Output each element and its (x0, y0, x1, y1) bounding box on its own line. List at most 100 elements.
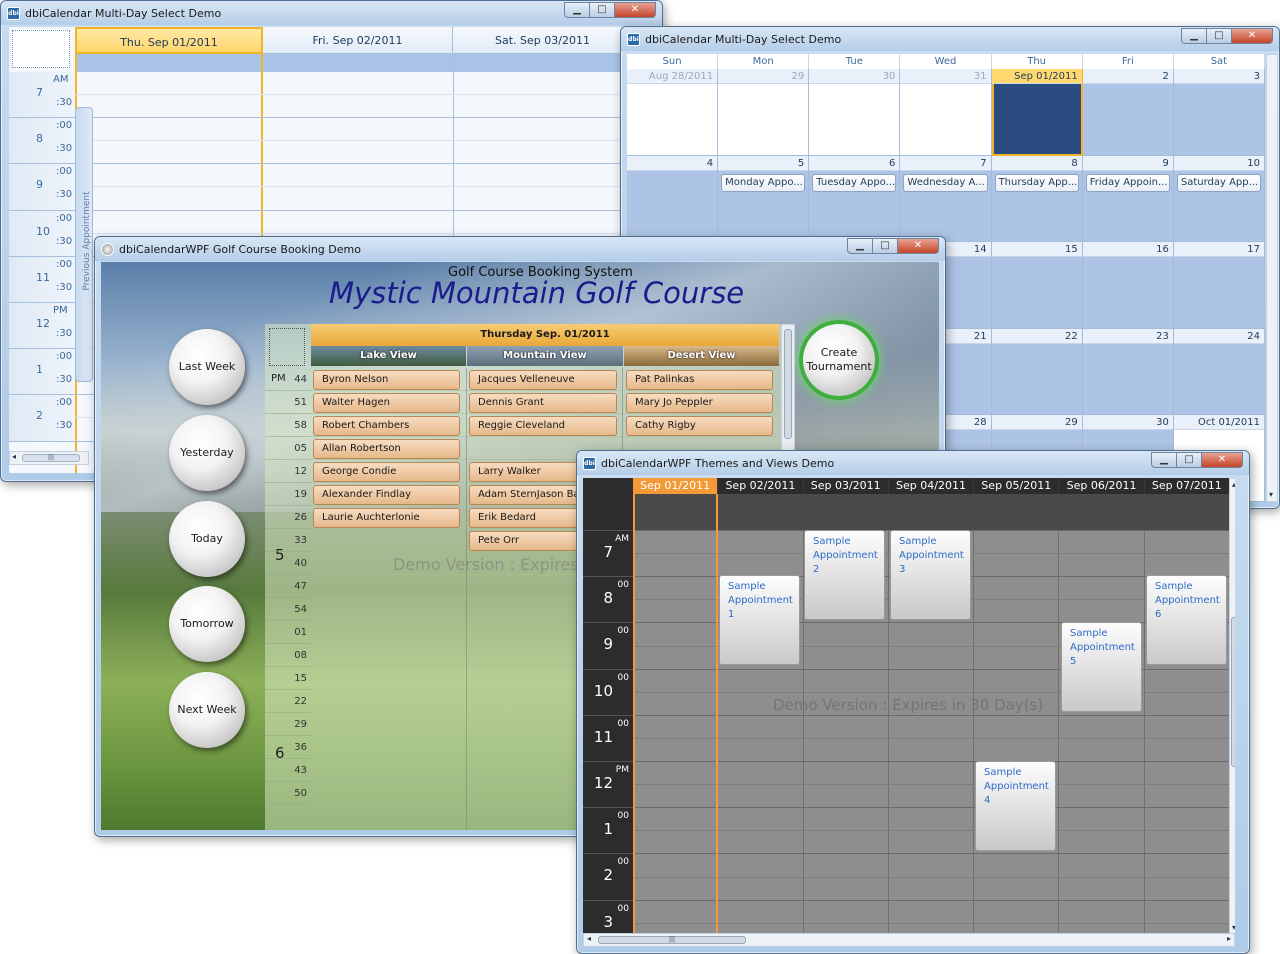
last-week-button[interactable]: Last Week (169, 329, 245, 405)
day-cell[interactable]: 15 (991, 242, 1083, 329)
booking[interactable]: Alexander Findlay (313, 485, 460, 505)
time-slot[interactable] (75, 72, 622, 96)
scroll-left-icon[interactable]: ◂ (12, 452, 16, 461)
scroll-down-icon[interactable]: ▾ (1269, 490, 1273, 499)
time-slot[interactable] (75, 164, 622, 188)
day-header[interactable]: Sep 06/2011 (1059, 478, 1145, 494)
horizontal-scrollbar[interactable]: ◂ ||| (9, 451, 89, 465)
day-cell[interactable]: 8 Thursday App... (991, 155, 1083, 243)
minimize-icon[interactable]: ▁ (564, 2, 589, 18)
day-cell[interactable]: 16 (1082, 242, 1174, 329)
day-cell[interactable]: Aug 28/2011 (627, 69, 719, 156)
time-slot[interactable] (75, 211, 622, 234)
time-slot[interactable] (75, 188, 622, 211)
day-header-fri[interactable]: Fri. Sep 02/2011 (263, 27, 453, 54)
all-day-row[interactable] (633, 494, 1230, 530)
day-header[interactable]: Sep 05/2011 (974, 478, 1060, 494)
time-slot[interactable] (75, 95, 622, 119)
minimize-icon[interactable]: ▁ (847, 238, 872, 254)
scroll-up-icon[interactable]: ▴ (1232, 480, 1235, 489)
day-cell[interactable]: 5 Monday Appo... (718, 155, 810, 243)
scroll-right-icon[interactable]: ▸ (1227, 934, 1231, 943)
booking[interactable]: George Condie (313, 462, 460, 482)
time-slot[interactable] (75, 118, 622, 142)
appointment-3[interactable]: Sample Appointment 3 (890, 530, 971, 620)
time-slot[interactable] (633, 876, 1230, 900)
today-button[interactable]: Today (169, 501, 245, 577)
appointment-1[interactable]: Sample Appointment 1 (719, 575, 800, 665)
day-cell[interactable]: 29 (718, 69, 810, 156)
booking[interactable]: Dennis Grant (469, 393, 617, 413)
appointment-4[interactable]: Sample Appointment 4 (975, 761, 1056, 851)
time-slot[interactable] (633, 737, 1230, 761)
minimize-icon[interactable]: ▁ (1151, 452, 1176, 468)
desert-view-header[interactable]: Desert View (624, 346, 779, 366)
maximize-icon[interactable]: □ (589, 2, 614, 18)
day-cell[interactable]: 3 (1173, 69, 1265, 156)
booking[interactable]: Allan Robertson (313, 439, 460, 459)
minimize-icon[interactable]: ▁ (1181, 28, 1206, 44)
booking[interactable]: Jacques Velleneuve (469, 370, 617, 390)
booking[interactable]: Walter Hagen (313, 393, 460, 413)
vertical-scrollbar[interactable]: ▴ ▾ (1229, 478, 1235, 934)
appointment-2[interactable]: Sample Appointment 2 (804, 530, 885, 620)
day-cell[interactable]: 6 Tuesday Appo... (809, 155, 901, 243)
previous-appointment-tab[interactable]: Previous Appointment (75, 107, 93, 382)
corner-cell[interactable] (12, 30, 70, 68)
appointment[interactable]: Tuesday Appo... (812, 173, 897, 192)
time-slot[interactable] (633, 784, 1230, 807)
mountain-view-header[interactable]: Mountain View (467, 346, 623, 366)
day-header-thu[interactable]: Thu. Sep 01/2011 (75, 27, 263, 54)
day-cell[interactable]: 10 Saturday App... (1173, 155, 1265, 243)
appointment[interactable]: Friday Appoin... (1085, 173, 1170, 192)
day-cell[interactable]: 2 (1082, 69, 1174, 156)
close-icon[interactable]: ✕ (1201, 452, 1243, 468)
time-slot[interactable] (633, 761, 1230, 784)
time-slot[interactable] (633, 807, 1230, 830)
time-slot[interactable] (75, 141, 622, 165)
close-icon[interactable]: ✕ (614, 2, 656, 18)
next-week-button[interactable]: Next Week (169, 672, 245, 748)
scroll-down-icon[interactable]: ▾ (1232, 923, 1235, 932)
day-header[interactable]: Sep 01/2011 (633, 478, 719, 494)
create-tournament-button[interactable]: Create Tournament (803, 324, 875, 396)
booking[interactable]: Pat Palinkas (626, 370, 773, 390)
day-header[interactable]: Sep 07/2011 (1145, 478, 1230, 494)
horizontal-scrollbar[interactable]: ◂ ||| ▸ (583, 933, 1235, 947)
scroll-thumb[interactable]: ||| (22, 454, 80, 462)
yesterday-button[interactable]: Yesterday (169, 415, 245, 491)
day-cell[interactable]: 22 (991, 328, 1083, 416)
time-slot[interactable] (633, 830, 1230, 853)
title-bar[interactable]: dbi dbiCalendarWPF Themes and Views Demo (577, 451, 1249, 475)
lake-view-header[interactable]: Lake View (311, 346, 466, 366)
day-cell[interactable]: 31 (900, 69, 992, 156)
booking[interactable]: Laurie Auchterlonie (313, 508, 460, 528)
booking[interactable]: Robert Chambers (313, 416, 460, 436)
scroll-thumb[interactable] (784, 329, 792, 439)
day-cell[interactable]: 17 (1173, 242, 1265, 329)
maximize-icon[interactable]: □ (1206, 28, 1231, 44)
booking[interactable]: Mary Jo Peppler (626, 393, 773, 413)
day-header[interactable]: Sep 04/2011 (889, 478, 975, 494)
day-header-sat[interactable]: Sat. Sep 03/2011 (453, 27, 622, 54)
appointment[interactable]: Wednesday A... (903, 173, 988, 192)
close-icon[interactable]: ✕ (897, 238, 939, 254)
scroll-thumb[interactable] (1231, 617, 1235, 767)
time-slot[interactable] (633, 853, 1230, 876)
day-header[interactable]: Sep 02/2011 (718, 478, 804, 494)
time-slot[interactable] (633, 714, 1230, 738)
appointment[interactable]: Monday Appo... (721, 173, 806, 192)
appointment-5[interactable]: Sample Appointment 5 (1061, 622, 1142, 712)
tomorrow-button[interactable]: Tomorrow (169, 586, 245, 662)
booking[interactable]: Reggie Cleveland (469, 416, 617, 436)
appointment[interactable]: Thursday App... (994, 173, 1079, 192)
day-cell[interactable]: 24 (1173, 328, 1265, 416)
appointment-6[interactable]: Sample Appointment 6 (1146, 575, 1227, 665)
day-cell[interactable]: 7 Wednesday A... (900, 155, 992, 243)
maximize-icon[interactable]: □ (872, 238, 897, 254)
title-bar[interactable]: dbi dbiCalendar Multi-Day Select Demo (1, 1, 662, 25)
close-icon[interactable]: ✕ (1231, 28, 1273, 44)
booking[interactable]: Cathy Rigby (626, 416, 773, 436)
booking[interactable]: Byron Nelson (313, 370, 460, 390)
title-bar[interactable]: dbiCalendarWPF Golf Course Booking Demo (95, 237, 945, 261)
